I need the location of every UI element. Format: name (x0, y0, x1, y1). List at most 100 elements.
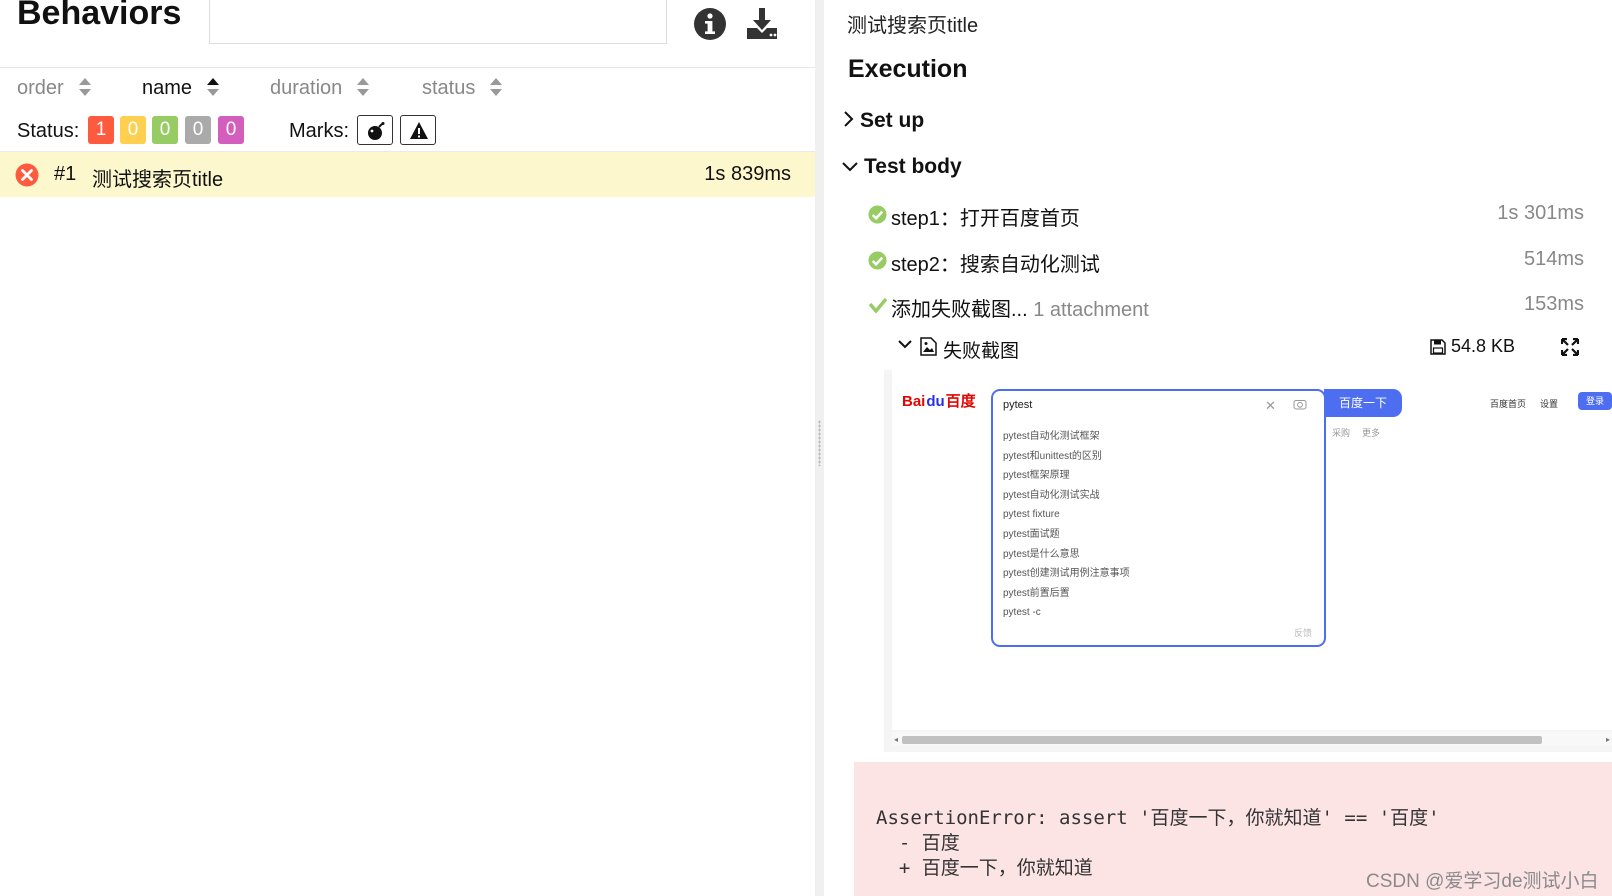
sort-name[interactable]: name (142, 77, 220, 100)
allure-report: Behaviors order name duration status Sta… (0, 0, 1612, 896)
step-duration: 1s 301ms (1497, 202, 1584, 224)
preview-links: 采购 更多 (1332, 426, 1392, 439)
attachment-row: 失败截图 54.8 KB (898, 332, 1588, 364)
attachment-size: 54.8 KB (1451, 336, 1516, 356)
sort-duration-label: duration (270, 77, 343, 99)
status-filter-label: Status: (17, 120, 80, 142)
test-detail-pane: 测试搜索页title Execution Set up Test body st… (824, 0, 1612, 896)
bomb-icon (368, 122, 385, 140)
chevron-right-icon (844, 111, 854, 127)
scrollbar-thumb[interactable] (902, 736, 1542, 744)
preview-link: 采购 (1332, 428, 1351, 438)
step-name: 添加失败截图... 1 attachment (891, 293, 1149, 322)
marks-filter-label: Marks: (289, 120, 349, 142)
baidu-logo: Baidu百度 (902, 390, 976, 411)
error-trace: AssertionError: assert '百度一下，你就知道' == '百… (876, 806, 1440, 881)
sort-arrows-icon (207, 78, 220, 96)
close-icon: ✕ (1265, 398, 1276, 413)
passed-icon (868, 251, 887, 270)
preview-login: 登录 (1578, 392, 1612, 410)
preview-feedback: 反馈 (1293, 628, 1312, 638)
list-item: pytest -c (1003, 607, 1041, 619)
sort-arrows-icon (357, 78, 370, 96)
setup-section-toggle[interactable]: Set up (842, 109, 924, 133)
search-input[interactable] (209, 0, 667, 44)
test-body-section-toggle[interactable]: Test body (842, 155, 962, 179)
status-failed-toggle[interactable]: 1 (88, 116, 114, 144)
attachment-count: 1 attachment (1033, 299, 1149, 321)
list-item: pytest框架原理 (1003, 470, 1070, 482)
error-line: - 百度 (876, 832, 960, 854)
mark-flaky-toggle[interactable] (357, 115, 393, 145)
splitter-grip (818, 420, 821, 466)
step-item[interactable]: 添加失败截图... 1 attachment 153ms (868, 290, 1588, 322)
logo-text: 百度 (945, 393, 976, 410)
list-item: pytest fixture (1003, 509, 1060, 521)
failed-icon (15, 163, 39, 187)
filter-bar: Status: 1 0 0 0 0 Marks: (0, 112, 815, 152)
passed-icon (868, 205, 887, 224)
sort-status-label: status (422, 77, 476, 99)
list-item: pytest创建测试用例注意事项 (1003, 568, 1130, 580)
test-row[interactable]: #1 测试搜索页title 1s 839ms (0, 152, 815, 197)
watermark: CSDN @爱学习de测试小白 (1366, 871, 1599, 892)
status-skipped-toggle[interactable]: 0 (185, 116, 211, 144)
scroll-right-icon: ▸ (1605, 735, 1610, 744)
expand-fullscreen-icon (1561, 338, 1579, 356)
info-icon[interactable] (692, 6, 728, 42)
logo-text: Bai (902, 393, 926, 410)
error-line: AssertionError: assert '百度一下，你就知道' == '百… (876, 807, 1440, 829)
test-number: #1 (54, 163, 77, 185)
preview-suggestions: pytest自动化测试框架 pytest和unittest的区别 pytest框… (1003, 427, 1130, 623)
list-item: pytest和unittest的区别 (1003, 450, 1102, 462)
status-unknown-toggle[interactable]: 0 (218, 116, 244, 144)
list-item: pytest面试题 (1003, 528, 1060, 540)
download-icon[interactable] (744, 6, 780, 42)
pane-header: Behaviors (0, 0, 815, 68)
preview-link: 百度首页 (1490, 399, 1527, 409)
preview-query: pytest (1003, 399, 1033, 411)
list-item: pytest前置后置 (1003, 587, 1070, 599)
image-file-icon (920, 337, 937, 356)
camera-icon (1293, 400, 1307, 410)
behaviors-pane: Behaviors order name duration status Sta… (0, 0, 815, 896)
pane-splitter[interactable] (815, 0, 824, 896)
attachment-preview: Baidu百度 pytest ✕ pytest自动化测试框架 pytest和un… (884, 370, 1612, 752)
save-icon (1430, 339, 1446, 355)
test-name: 测试搜索页title (92, 169, 224, 191)
step-duration: 153ms (1523, 293, 1584, 315)
list-item: pytest是什么意思 (1003, 548, 1080, 560)
preview-scrollbar[interactable]: ◂ ▸ (892, 732, 1612, 746)
step-item[interactable]: step1：打开百度首页 1s 301ms (868, 199, 1588, 231)
screenshot-image: Baidu百度 pytest ✕ pytest自动化测试框架 pytest和un… (892, 370, 1612, 730)
sort-arrows-icon (78, 78, 91, 96)
sort-name-label: name (142, 77, 193, 99)
status-broken-toggle[interactable]: 0 (120, 116, 146, 144)
step-name: step1：打开百度首页 (891, 208, 1080, 230)
list-item: pytest自动化测试实战 (1003, 489, 1100, 501)
test-body-label: Test body (864, 155, 962, 178)
logo-paw: du (926, 393, 945, 410)
step-name-text: 添加失败截图... (891, 299, 1028, 321)
list-item: pytest自动化测试框架 (1003, 431, 1100, 442)
status-passed-toggle[interactable]: 0 (152, 116, 178, 144)
sort-duration[interactable]: duration (270, 77, 370, 100)
chevron-down-icon[interactable] (898, 339, 912, 351)
sort-order[interactable]: order (17, 77, 92, 100)
sort-status[interactable]: status (422, 77, 503, 100)
sort-arrows-icon (490, 78, 503, 96)
step-name: step2：搜索自动化测试 (891, 254, 1100, 276)
step-item[interactable]: step2：搜索自动化测试 514ms (868, 245, 1588, 277)
preview-top-links: 百度首页 设置 (1490, 397, 1572, 410)
scroll-left-icon: ◂ (894, 735, 899, 744)
attachment-name[interactable]: 失败截图 (943, 336, 1019, 363)
preview-search-box: pytest ✕ pytest自动化测试框架 pytest和unittest的区… (991, 389, 1326, 647)
chevron-down-icon (842, 162, 858, 172)
sort-bar: order name duration status (0, 68, 815, 108)
setup-label: Set up (860, 109, 925, 132)
error-line: + 百度一下，你就知道 (876, 857, 1093, 879)
test-duration: 1s 839ms (704, 163, 791, 185)
sort-order-label: order (17, 77, 64, 99)
mark-new-failed-toggle[interactable] (400, 115, 436, 145)
warning-icon (410, 122, 428, 139)
